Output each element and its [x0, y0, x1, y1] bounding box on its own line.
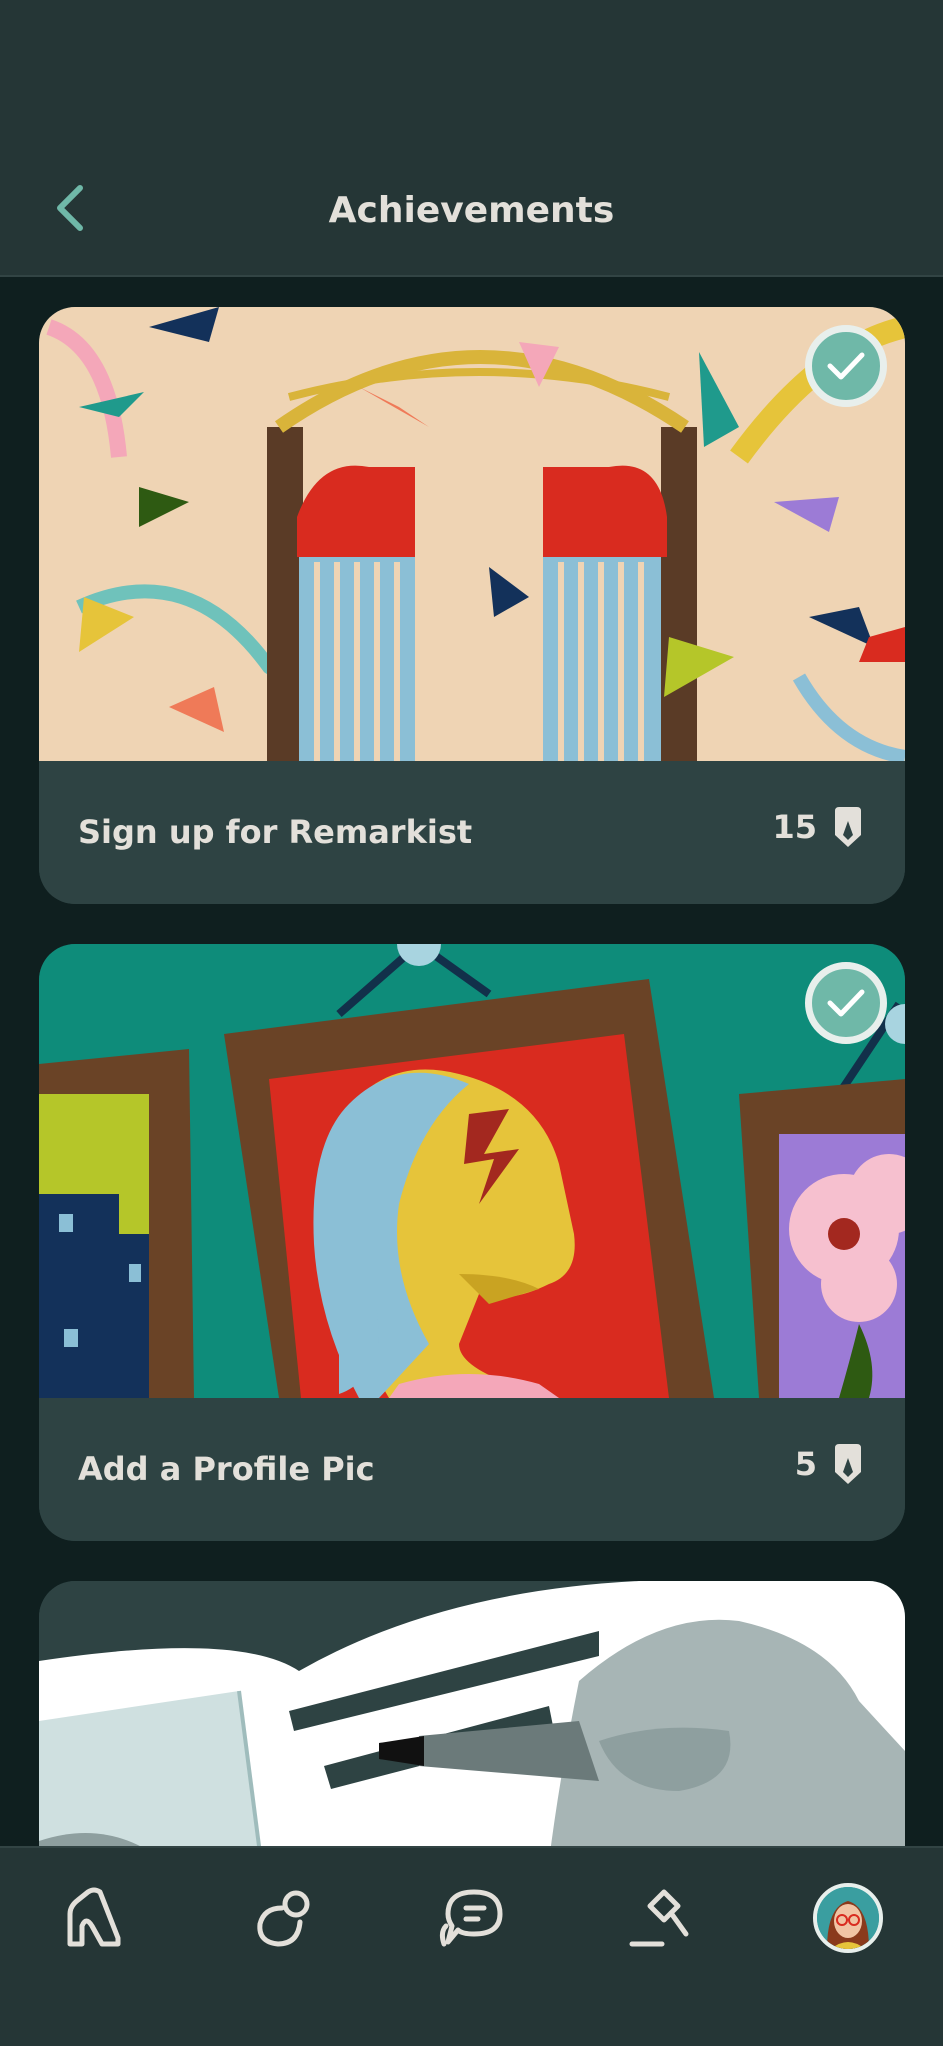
page-title: Achievements	[328, 190, 615, 231]
points-badge: 15	[772, 807, 863, 847]
chat-icon	[439, 1889, 503, 1947]
avatar	[813, 1883, 883, 1953]
bottom-nav	[0, 1846, 943, 2046]
achievement-title: Sign up for Remarkist	[78, 813, 473, 851]
card-footer: Add a Profile Pic 5	[39, 1398, 905, 1541]
nav-messages[interactable]	[432, 1878, 512, 1958]
pen-nib-icon	[835, 807, 861, 847]
completed-badge	[805, 325, 887, 407]
nav-profile[interactable]	[808, 1878, 888, 1958]
achievement-card[interactable]: Add a Profile Pic 5	[39, 944, 905, 1541]
status-bar	[0, 0, 943, 150]
points-value: 15	[772, 808, 817, 846]
points-badge: 5	[795, 1444, 863, 1484]
achievement-card[interactable]: Sign up for Remarkist 15	[39, 307, 905, 904]
gavel-icon	[629, 1889, 689, 1947]
nav-auction[interactable]	[620, 1878, 700, 1958]
checkmark-icon	[827, 352, 865, 380]
pen-nib-icon	[835, 1444, 861, 1484]
app-header: Achievements	[0, 150, 943, 277]
card-footer: Sign up for Remarkist 15	[39, 761, 905, 904]
gate-confetti-illustration	[39, 307, 905, 761]
portrait-gallery-illustration	[39, 944, 905, 1398]
completed-badge	[805, 962, 887, 1044]
explore-icon	[257, 1890, 310, 1947]
nav-home[interactable]	[54, 1878, 134, 1958]
nav-explore[interactable]	[244, 1878, 324, 1958]
checkmark-icon	[827, 989, 865, 1017]
profile-avatar-icon	[817, 1887, 879, 1949]
achievement-title: Add a Profile Pic	[78, 1450, 375, 1488]
points-value: 5	[794, 1445, 817, 1483]
home-icon	[67, 1887, 121, 1947]
